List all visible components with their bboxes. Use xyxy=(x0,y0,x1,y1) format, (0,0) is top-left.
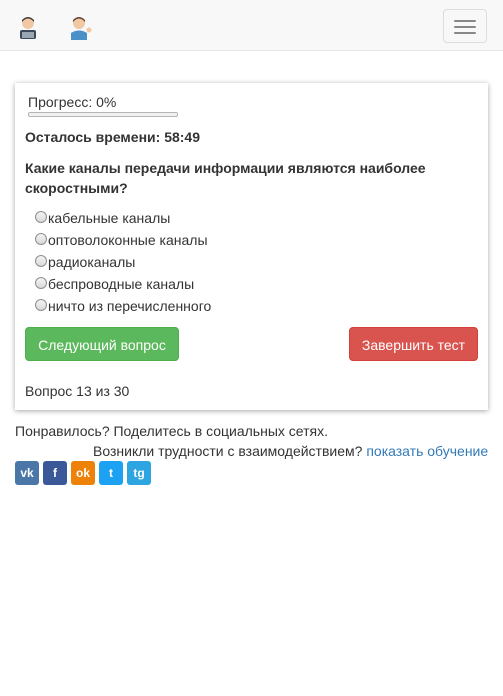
telegram-share-icon[interactable]: tg xyxy=(127,461,151,485)
question-text: Какие каналы передачи информации являютс… xyxy=(25,160,426,196)
quiz-card: Прогресс: 0% Осталось времени: 58:49 Как… xyxy=(15,83,488,410)
finish-test-button[interactable]: Завершить тест xyxy=(349,327,478,361)
menu-toggle-button[interactable] xyxy=(443,9,487,43)
answer-label[interactable]: беспроводные каналы xyxy=(48,276,194,292)
next-question-button[interactable]: Следующий вопрос xyxy=(25,327,179,361)
navbar xyxy=(0,0,503,51)
radio-button[interactable] xyxy=(35,211,47,223)
hamburger-menu-icon xyxy=(454,20,476,22)
progress-label: Прогресс: 0% xyxy=(28,94,117,110)
answer-label[interactable]: оптоволоконные каналы xyxy=(48,232,208,248)
vk-share-icon[interactable]: vk xyxy=(15,461,39,485)
help-text: Возникли трудности с взаимодействием? xyxy=(93,443,367,459)
progress-bar xyxy=(28,112,178,117)
facebook-share-icon[interactable]: f xyxy=(43,461,67,485)
man-technologist-icon[interactable] xyxy=(15,14,41,40)
share-prompt: Понравилось? Поделитесь в социальных сет… xyxy=(15,423,328,439)
hamburger-menu-icon xyxy=(454,26,476,28)
timer: Осталось времени: 58:49 xyxy=(25,129,200,145)
hamburger-menu-icon xyxy=(454,32,476,34)
answer-label[interactable]: радиоканалы xyxy=(48,254,135,270)
twitter-share-icon[interactable]: t xyxy=(99,461,123,485)
answer-label[interactable]: кабельные каналы xyxy=(48,210,170,226)
radio-button[interactable] xyxy=(35,255,47,267)
help-line: Возникли трудности с взаимодействием? по… xyxy=(93,443,488,459)
show-tutorial-link[interactable]: показать обучение xyxy=(366,443,488,459)
odnoklassniki-share-icon[interactable]: ok xyxy=(71,461,95,485)
question-counter: Вопрос 13 из 30 xyxy=(25,383,130,399)
radio-button[interactable] xyxy=(35,233,47,245)
man-tipping-hand-icon[interactable] xyxy=(67,14,93,40)
radio-button[interactable] xyxy=(35,299,47,311)
radio-button[interactable] xyxy=(35,277,47,289)
answer-label[interactable]: ничто из перечисленного xyxy=(48,298,211,314)
